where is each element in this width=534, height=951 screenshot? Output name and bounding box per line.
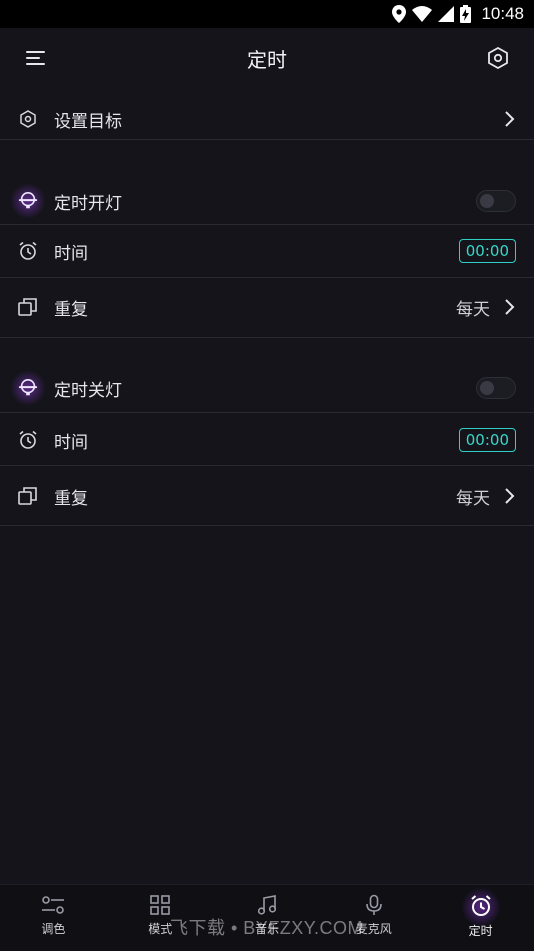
menu-icon bbox=[26, 51, 45, 65]
timer-off-label: 定时关灯 bbox=[54, 380, 122, 401]
set-target-row[interactable]: 设置目标 bbox=[0, 99, 534, 139]
timer-on-repeat-value: 每天 bbox=[456, 299, 490, 320]
menu-button[interactable] bbox=[20, 42, 52, 74]
watermark: 飞下载 • BYFZXY.COM bbox=[170, 918, 363, 938]
settings-button[interactable] bbox=[482, 42, 514, 74]
chevron-right-icon bbox=[505, 488, 515, 504]
timer-off-toggle[interactable] bbox=[476, 377, 516, 399]
signal-icon bbox=[438, 6, 455, 22]
wifi-icon bbox=[412, 6, 433, 22]
chevron-right-icon bbox=[505, 111, 515, 127]
status-time: 10:48 bbox=[481, 4, 524, 23]
nav-item-color[interactable]: 调色 bbox=[0, 885, 107, 951]
app-header: 定时 bbox=[0, 28, 534, 88]
page-title: 定时 bbox=[247, 47, 287, 72]
timer-off-time-label: 时间 bbox=[54, 432, 88, 453]
timer-on-label: 定时开灯 bbox=[54, 193, 122, 214]
timer-off-repeat-row[interactable]: 重复 每天 bbox=[0, 476, 534, 516]
timer-on-repeat-label: 重复 bbox=[54, 299, 88, 320]
timer-on-toggle[interactable] bbox=[476, 190, 516, 212]
set-target-label: 设置目标 bbox=[54, 111, 122, 132]
lamp-on-icon bbox=[10, 183, 46, 219]
timer-on-time-label: 时间 bbox=[54, 243, 88, 264]
timer-off-repeat-value: 每天 bbox=[456, 488, 490, 509]
divider bbox=[0, 525, 534, 526]
timer-off-repeat-label: 重复 bbox=[54, 488, 88, 509]
divider bbox=[0, 465, 534, 466]
timer-on-row: 定时开灯 bbox=[0, 181, 534, 221]
divider bbox=[0, 412, 534, 413]
music-note-icon bbox=[257, 895, 277, 915]
grid-icon bbox=[150, 895, 170, 915]
battery-charging-icon bbox=[460, 5, 472, 23]
hex-settings-icon bbox=[488, 47, 508, 69]
divider bbox=[0, 224, 534, 225]
timer-on-repeat-row[interactable]: 重复 每天 bbox=[0, 287, 534, 327]
chevron-right-icon bbox=[505, 299, 515, 315]
timer-off-row: 定时关灯 bbox=[0, 368, 534, 408]
nav-label: 调色 bbox=[41, 922, 66, 936]
divider bbox=[0, 277, 534, 278]
location-icon bbox=[392, 5, 407, 23]
alarm-clock-icon bbox=[18, 430, 38, 450]
copy-icon bbox=[18, 486, 38, 506]
microphone-icon bbox=[365, 894, 382, 915]
nav-item-timer[interactable]: 定时 bbox=[427, 885, 534, 951]
sliders-icon bbox=[42, 896, 65, 914]
timer-on-time-value[interactable]: 00:00 bbox=[458, 239, 516, 263]
timer-off-time-value[interactable]: 00:00 bbox=[458, 428, 516, 452]
hex-target-icon bbox=[18, 109, 38, 129]
status-bar: 10:48 bbox=[0, 0, 534, 28]
timer-off-time-row[interactable]: 时间 00:00 bbox=[0, 420, 534, 460]
copy-icon bbox=[18, 297, 38, 317]
lamp-off-icon bbox=[10, 370, 46, 406]
timer-on-time-row[interactable]: 时间 00:00 bbox=[0, 231, 534, 271]
divider bbox=[0, 337, 534, 338]
nav-label: 模式 bbox=[148, 922, 173, 936]
alarm-clock-icon bbox=[470, 895, 491, 916]
divider bbox=[0, 139, 534, 140]
alarm-clock-icon bbox=[18, 241, 38, 261]
